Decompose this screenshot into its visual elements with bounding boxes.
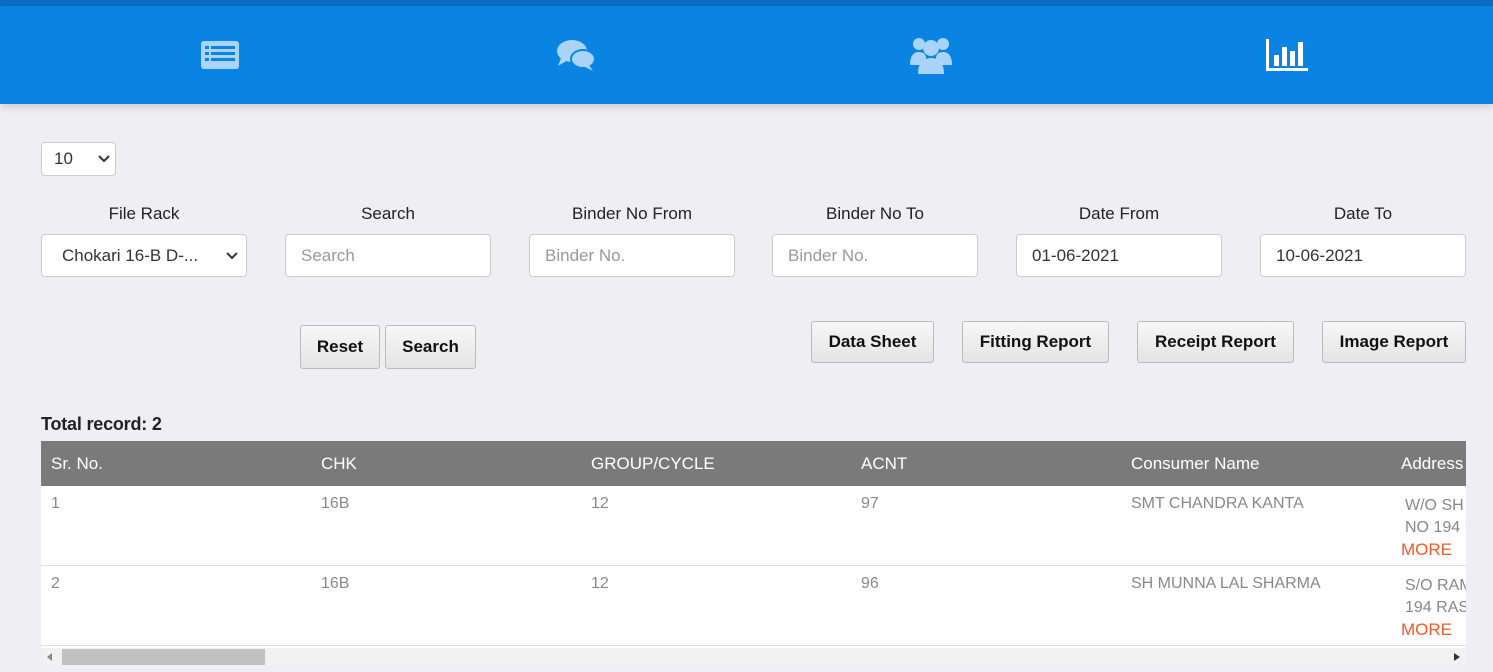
scroll-right-icon[interactable] <box>1448 648 1466 666</box>
cell-sr-no: 1 <box>51 495 60 512</box>
cell-sr-no: 2 <box>51 575 60 592</box>
more-link[interactable]: MORE <box>1401 620 1452 639</box>
page-size-select[interactable]: 10 <box>41 142 116 176</box>
date-from-label: Date From <box>1078 204 1160 223</box>
users-icon <box>910 38 952 74</box>
bar-chart-icon <box>1266 39 1308 71</box>
top-navbar <box>0 6 1493 104</box>
header-sr-no[interactable]: Sr. No. <box>51 454 103 474</box>
header-acnt[interactable]: ACNT <box>861 454 907 474</box>
scrollbar-thumb[interactable] <box>62 649 265 665</box>
chevron-down-icon <box>93 155 115 163</box>
nav-list[interactable] <box>192 32 248 78</box>
search-button[interactable]: Search <box>385 325 476 369</box>
more-link[interactable]: MORE <box>1401 540 1452 559</box>
binder-from-input[interactable]: Binder No. <box>529 234 735 277</box>
header-group-cycle[interactable]: GROUP/CYCLE <box>591 454 715 474</box>
total-record: Total record: 2 <box>41 414 162 434</box>
table-row: 1 16B 12 97 SMT CHANDRA KANTA W/O SH NO … <box>41 486 1466 566</box>
address-line-2: NO 194 R <box>1405 519 1466 536</box>
search-input[interactable]: Search <box>285 234 491 277</box>
binder-from-label: Binder No From <box>572 204 692 223</box>
date-to-input[interactable]: 10-06-2021 <box>1260 234 1466 277</box>
address-line-1: S/O RAM <box>1405 577 1466 594</box>
records-table: Sr. No. CHK GROUP/CYCLE ACNT Consumer Na… <box>41 441 1466 648</box>
fitting-report-button[interactable]: Fitting Report <box>962 321 1109 363</box>
horizontal-scrollbar[interactable] <box>41 648 1466 666</box>
nav-reports[interactable] <box>1259 32 1315 78</box>
nav-users[interactable] <box>903 32 959 78</box>
chevron-down-icon <box>218 251 246 260</box>
cell-consumer-name: SH MUNNA LAL SHARMA <box>1131 575 1321 592</box>
header-chk[interactable]: CHK <box>321 454 357 474</box>
date-to-label: Date To <box>1333 204 1393 223</box>
table-row: 2 16B 12 96 SH MUNNA LAL SHARMA S/O RAM … <box>41 566 1466 646</box>
binder-to-input[interactable]: Binder No. <box>772 234 978 277</box>
date-from-input[interactable]: 01-06-2021 <box>1016 234 1222 277</box>
binder-to-label: Binder No To <box>826 204 924 223</box>
address-line-1: W/O SH <box>1405 497 1464 514</box>
cell-address: S/O RAM 194 RAS MORE <box>1401 575 1466 642</box>
file-rack-select[interactable]: Chokari 16-B D-... <box>41 234 247 277</box>
data-sheet-button[interactable]: Data Sheet <box>811 321 934 363</box>
cell-address: W/O SH NO 194 R MORE <box>1401 495 1466 562</box>
header-address[interactable]: Address <box>1401 454 1463 474</box>
scroll-left-icon[interactable] <box>41 648 59 666</box>
address-line-2: 194 RAS <box>1405 599 1466 616</box>
page-size-value: 10 <box>54 149 73 168</box>
image-report-button[interactable]: Image Report <box>1322 321 1466 363</box>
cell-chk: 16B <box>321 575 350 592</box>
cell-group-cycle: 12 <box>591 575 609 592</box>
nav-chat[interactable] <box>548 32 604 78</box>
cell-acnt: 96 <box>861 575 879 592</box>
cell-chk: 16B <box>321 495 350 512</box>
search-label: Search <box>361 204 415 223</box>
cell-group-cycle: 12 <box>591 495 609 512</box>
table-header: Sr. No. CHK GROUP/CYCLE ACNT Consumer Na… <box>41 441 1466 486</box>
cell-consumer-name: SMT CHANDRA KANTA <box>1131 495 1304 512</box>
file-rack-value: Chokari 16-B D-... <box>62 245 199 265</box>
reset-button[interactable]: Reset <box>300 325 380 369</box>
cell-acnt: 97 <box>861 495 879 512</box>
list-icon <box>201 41 239 69</box>
header-consumer-name[interactable]: Consumer Name <box>1131 454 1260 474</box>
chat-icon <box>557 40 596 71</box>
receipt-report-button[interactable]: Receipt Report <box>1137 321 1294 363</box>
file-rack-label: File Rack <box>108 204 180 223</box>
